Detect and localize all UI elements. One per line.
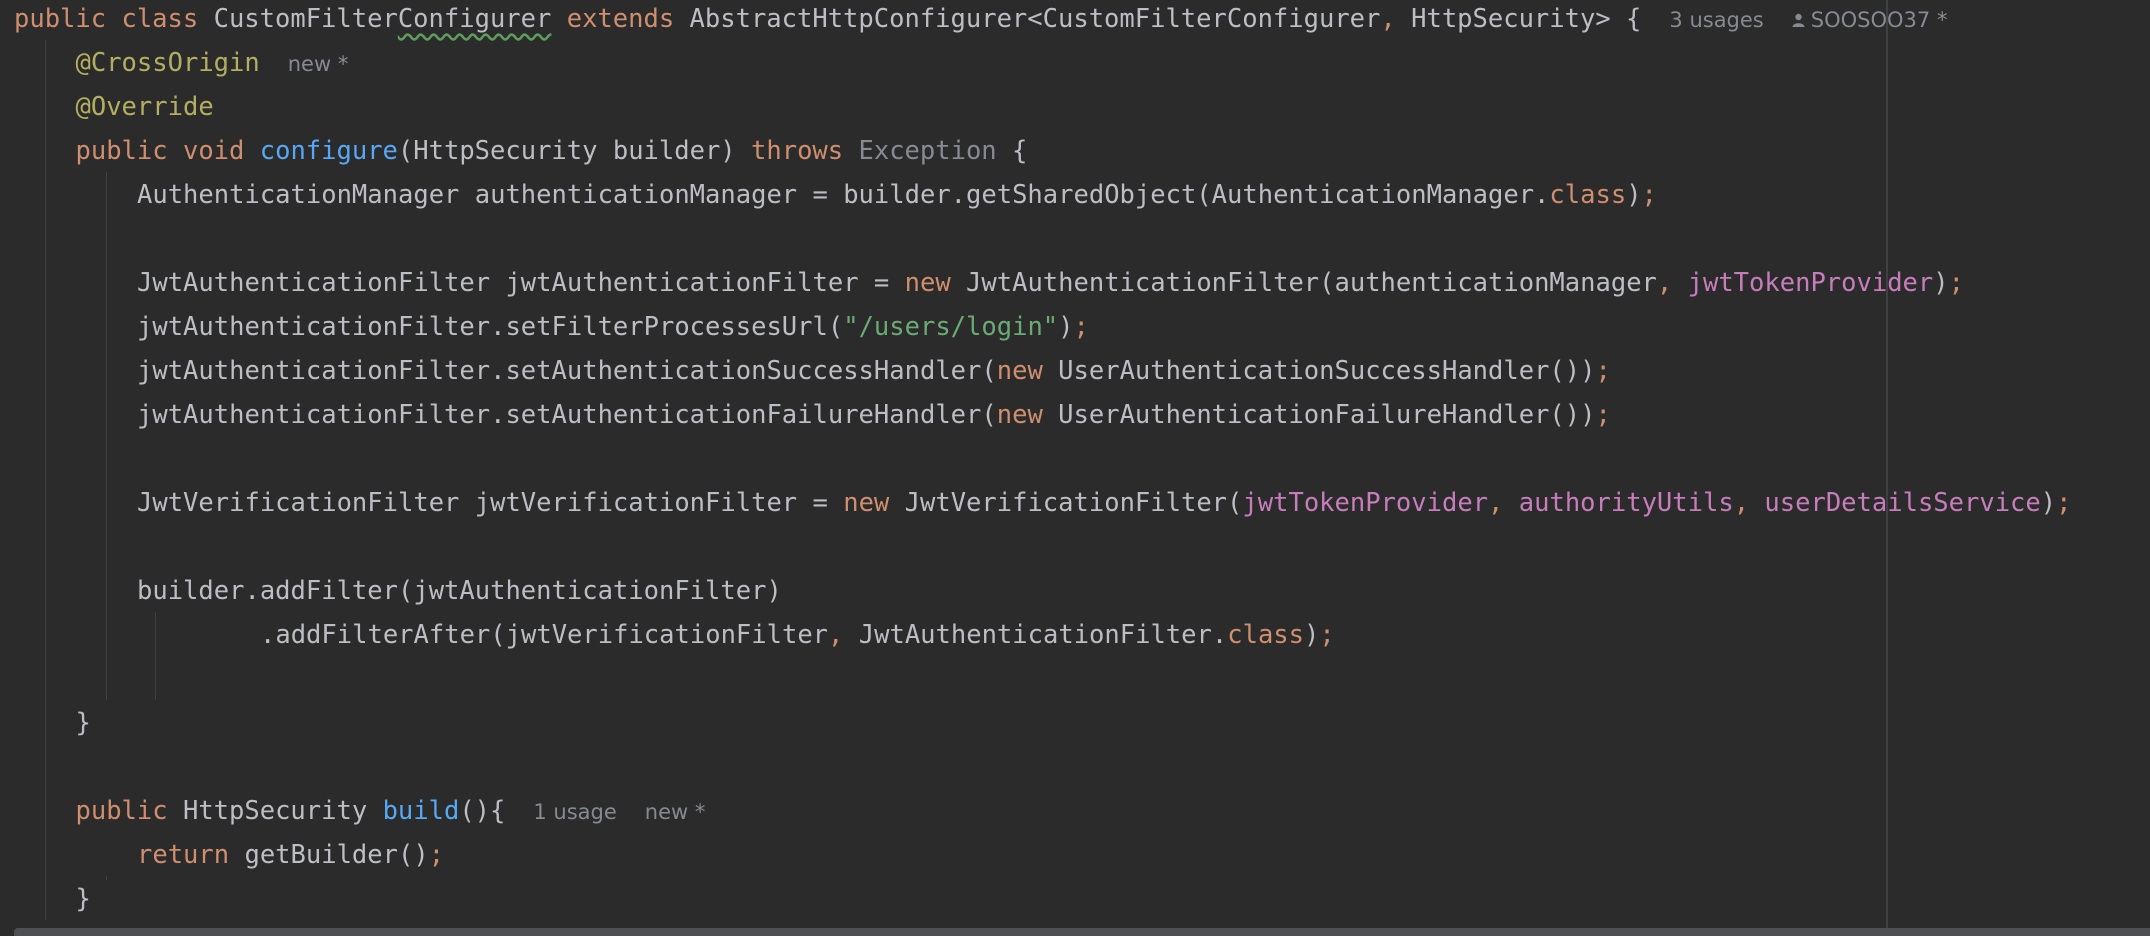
- code-token: AbstractHttpConfigurer<CustomFilterConfi…: [689, 4, 1381, 34]
- code-token: JwtAuthenticationFilter.: [858, 620, 1228, 650]
- code-token: getBuilder(): [244, 840, 429, 870]
- code-line[interactable]: jwtAuthenticationFilter.setFilterProcess…: [137, 305, 1089, 349]
- code-line[interactable]: }: [76, 701, 91, 745]
- code-token: Exception: [858, 136, 997, 166]
- code-line[interactable]: }: [76, 877, 91, 921]
- code-line[interactable]: jwtAuthenticationFilter.setAuthenticatio…: [137, 393, 1611, 437]
- code-line[interactable]: builder.addFilter(jwtAuthenticationFilte…: [137, 569, 782, 613]
- inlay-hint-text: 3 usages: [1669, 8, 1764, 32]
- code-token: authorityUtils: [1518, 488, 1734, 518]
- code-token: new: [904, 268, 967, 298]
- code-token: ,: [1380, 4, 1412, 34]
- code-token: @Override: [75, 92, 214, 122]
- inlay-hint-text: 1 usage: [533, 800, 617, 824]
- code-token: ,: [828, 620, 859, 650]
- code-token: ): [1058, 312, 1074, 342]
- code-line[interactable]: JwtVerificationFilter jwtVerificationFil…: [137, 481, 2071, 525]
- right-margin-guide: [1886, 0, 1888, 936]
- code-line[interactable]: jwtAuthenticationFilter.setAuthenticatio…: [137, 349, 1611, 393]
- code-token: ): [1304, 620, 1320, 650]
- code-token: new: [996, 400, 1059, 430]
- code-token: ;: [1948, 268, 1964, 298]
- inlay-hint-text: new *: [287, 52, 349, 76]
- code-token: jwtAuthenticationFilter.setAuthenticatio…: [137, 400, 997, 430]
- code-token: JwtAuthenticationFilter jwtAuthenticatio…: [137, 268, 905, 298]
- code-token: {: [996, 136, 1028, 166]
- code-token: JwtVerificationFilter jwtVerificationFil…: [137, 488, 844, 518]
- code-token: @CrossOrigin: [75, 48, 260, 78]
- code-token: UserAuthenticationFailureHandler()): [1058, 400, 1596, 430]
- code-token: .addFilterAfter(jwtVerificationFilter: [260, 620, 829, 650]
- inlay-hint[interactable]: 1 usage: [533, 800, 616, 824]
- code-token: public class: [14, 4, 214, 34]
- inlay-hint[interactable]: new *: [288, 52, 349, 76]
- code-line[interactable]: JwtAuthenticationFilter jwtAuthenticatio…: [137, 261, 1964, 305]
- code-token: ;: [1319, 620, 1335, 650]
- horizontal-scrollbar[interactable]: [14, 928, 2150, 936]
- code-token: HttpSecurity: [182, 796, 383, 826]
- code-token: build: [382, 796, 460, 826]
- indent-guide: [155, 612, 157, 700]
- inlay-hint-text: SOOSOO37 *: [1810, 8, 1948, 32]
- code-token: ,: [1488, 488, 1519, 518]
- code-token: jwtAuthenticationFilter.setAuthenticatio…: [137, 356, 997, 386]
- inlay-hint[interactable]: new *: [645, 800, 706, 824]
- indent-guide: [106, 876, 108, 880]
- code-line[interactable]: return getBuilder();: [137, 833, 444, 877]
- code-token: "/users/login": [843, 312, 1059, 342]
- code-token: CustomFilter: [213, 4, 398, 34]
- code-line[interactable]: @Override: [76, 85, 214, 129]
- inlay-hint[interactable]: 3 usages: [1669, 8, 1763, 32]
- code-token: ;: [1595, 356, 1611, 386]
- code-token: ): [1933, 268, 1949, 298]
- code-token: JwtVerificationFilter(: [904, 488, 1243, 518]
- code-token: public void: [75, 136, 260, 166]
- code-token: throws: [751, 136, 859, 166]
- code-token: new: [843, 488, 905, 518]
- code-line[interactable]: public void configure(HttpSecurity build…: [76, 129, 1028, 173]
- code-token: (HttpSecurity builder): [397, 136, 752, 166]
- code-line[interactable]: @CrossOrigin new *: [76, 41, 349, 85]
- code-token: ;: [2056, 488, 2072, 518]
- code-token: HttpSecurity> {: [1411, 4, 1642, 34]
- code-token: class: [1227, 620, 1304, 650]
- code-line[interactable]: .addFilterAfter(jwtVerificationFilter, J…: [260, 613, 1335, 657]
- indent-guide: [44, 40, 46, 920]
- code-token: public: [75, 796, 183, 826]
- code-token: userDetailsService: [1764, 488, 2041, 518]
- code-token: JwtAuthenticationFilter(authenticationMa…: [966, 268, 1657, 298]
- code-token: ,: [1656, 268, 1688, 298]
- code-token: ): [1626, 180, 1642, 210]
- code-token: jwtAuthenticationFilter.setFilterProcess…: [137, 312, 844, 342]
- code-token: ;: [1073, 312, 1089, 342]
- code-token: ;: [428, 840, 445, 870]
- code-token: new: [996, 356, 1059, 386]
- code-token: Configurer: [397, 4, 552, 34]
- code-line[interactable]: public class CustomFilterConfigurer exte…: [14, 0, 1947, 41]
- code-token: builder.addFilter(jwtAuthenticationFilte…: [137, 576, 782, 606]
- code-token: configure: [259, 136, 398, 166]
- code-token: (){: [459, 796, 506, 826]
- code-token: extends: [551, 4, 690, 34]
- code-token: UserAuthenticationSuccessHandler()): [1058, 356, 1596, 386]
- code-line[interactable]: AuthenticationManager authenticationMana…: [137, 173, 1657, 217]
- code-token: jwtTokenProvider: [1242, 488, 1489, 518]
- code-token: }: [75, 708, 91, 738]
- code-token: ): [2040, 488, 2057, 518]
- indent-guide: [106, 172, 108, 700]
- code-token: return: [137, 840, 245, 870]
- code-token: jwtTokenProvider: [1687, 268, 1934, 298]
- person-icon: [1792, 0, 1805, 42]
- code-token: AuthenticationManager authenticationMana…: [137, 180, 1550, 210]
- code-token: class: [1549, 180, 1627, 210]
- code-line[interactable]: public HttpSecurity build(){ 1 usage new *: [76, 789, 706, 833]
- code-token: ;: [1641, 180, 1657, 210]
- code-editor[interactable]: public class CustomFilterConfigurer exte…: [0, 0, 2150, 936]
- inlay-hint[interactable]: SOOSOO37 *: [1792, 8, 1948, 32]
- code-token: ,: [1733, 488, 1765, 518]
- code-token: }: [75, 884, 91, 914]
- code-token: ;: [1595, 400, 1611, 430]
- inlay-hint-text: new *: [644, 800, 706, 824]
